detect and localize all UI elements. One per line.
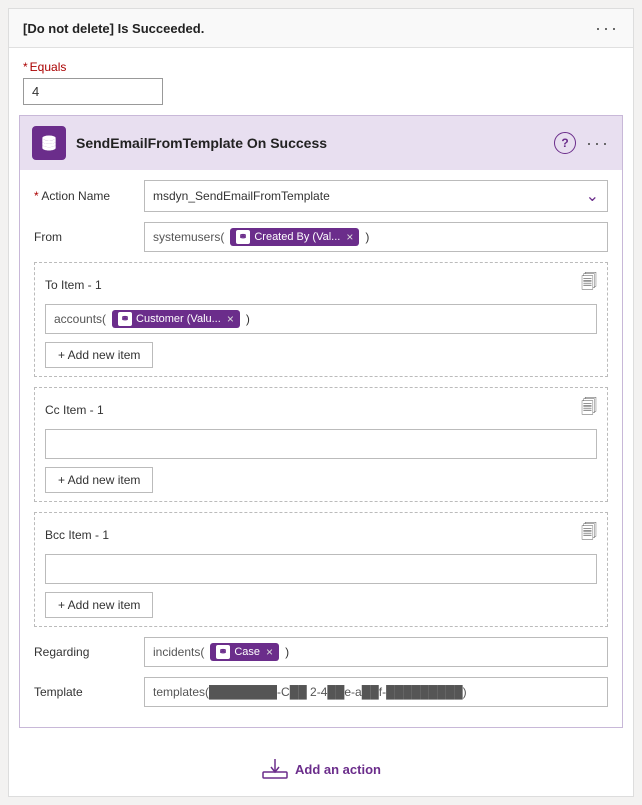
to-token-close[interactable]: × xyxy=(227,312,234,326)
add-action-label: Add an action xyxy=(295,762,381,777)
from-row: From systemusers( Created By (Val... × xyxy=(34,222,608,252)
from-label: From xyxy=(34,230,134,244)
to-section-header: To Item - 1 🗐 xyxy=(45,271,597,298)
outer-menu-dots[interactable]: ··· xyxy=(595,19,619,37)
action-name-value[interactable]: msdyn_SendEmailFromTemplate ⌄ xyxy=(144,180,608,212)
bcc-label: Bcc Item - 1 xyxy=(45,528,109,542)
cc-copy-button[interactable]: 🗐 xyxy=(581,396,597,423)
add-action-icon xyxy=(261,758,289,780)
to-label: To Item - 1 xyxy=(45,278,102,292)
action-title: SendEmailFromTemplate On Success xyxy=(76,135,327,151)
action-card: SendEmailFromTemplate On Success ? ··· A… xyxy=(19,115,623,728)
cc-label: Cc Item - 1 xyxy=(45,403,104,417)
regarding-row: Regarding incidents( Case × xyxy=(34,637,608,667)
from-token: Created By (Val... × xyxy=(230,228,359,246)
outer-header-title: [Do not delete] Is Succeeded. xyxy=(23,21,204,36)
bottom-add-action-section: Add an action xyxy=(9,738,633,796)
outer-card: [Do not delete] Is Succeeded. ··· *Equal… xyxy=(8,8,634,797)
bcc-add-new-button[interactable]: + Add new item xyxy=(45,592,153,618)
bcc-section: Bcc Item - 1 🗐 + Add new item xyxy=(34,512,608,627)
add-action-svg-icon xyxy=(261,758,289,780)
regarding-token-icon xyxy=(216,645,230,659)
action-icon xyxy=(32,126,66,160)
regarding-value[interactable]: incidents( Case × ) xyxy=(144,637,608,667)
to-input[interactable]: accounts( Customer (Valu... × ) xyxy=(45,304,597,334)
from-value[interactable]: systemusers( Created By (Val... × ) xyxy=(144,222,608,252)
regarding-label: Regarding xyxy=(34,645,134,659)
to-add-new-button[interactable]: + Add new item xyxy=(45,342,153,368)
to-prefix: accounts( xyxy=(54,312,106,326)
action-header-left: SendEmailFromTemplate On Success xyxy=(32,126,327,160)
equals-label: *Equals xyxy=(23,60,619,74)
template-label: Template xyxy=(34,685,134,699)
to-token: Customer (Valu... × xyxy=(112,310,240,328)
to-section: To Item - 1 🗐 accounts( Custome xyxy=(34,262,608,377)
action-name-label: Action Name xyxy=(34,189,134,203)
from-token-close[interactable]: × xyxy=(346,230,353,244)
outer-header: [Do not delete] Is Succeeded. ··· xyxy=(9,9,633,48)
bcc-copy-button[interactable]: 🗐 xyxy=(581,521,597,548)
add-action-button[interactable]: Add an action xyxy=(261,758,381,780)
template-text: templates(████████-C██ 2-4██e-a██f-█████… xyxy=(153,685,467,699)
bcc-input[interactable] xyxy=(45,554,597,584)
from-prefix: systemusers( xyxy=(153,230,224,244)
to-token-icon xyxy=(118,312,132,326)
regarding-token-close[interactable]: × xyxy=(266,645,273,659)
action-header: SendEmailFromTemplate On Success ? ··· xyxy=(20,116,622,170)
action-name-dropdown-arrow[interactable]: ⌄ xyxy=(586,186,599,206)
action-name-row: Action Name msdyn_SendEmailFromTemplate … xyxy=(34,180,608,212)
equals-input[interactable] xyxy=(23,78,163,105)
database-icon xyxy=(39,133,59,153)
regarding-prefix: incidents( xyxy=(153,645,204,659)
cc-input[interactable] xyxy=(45,429,597,459)
action-menu-dots[interactable]: ··· xyxy=(586,134,610,152)
regarding-token: Case × xyxy=(210,643,279,661)
cc-section-header: Cc Item - 1 🗐 xyxy=(45,396,597,423)
template-value[interactable]: templates(████████-C██ 2-4██e-a██f-█████… xyxy=(144,677,608,707)
bcc-section-header: Bcc Item - 1 🗐 xyxy=(45,521,597,548)
cc-section: Cc Item - 1 🗐 + Add new item xyxy=(34,387,608,502)
equals-section: *Equals xyxy=(9,48,633,115)
action-header-right: ? ··· xyxy=(554,132,610,154)
action-body: Action Name msdyn_SendEmailFromTemplate … xyxy=(20,170,622,727)
from-token-icon xyxy=(236,230,250,244)
cc-add-new-button[interactable]: + Add new item xyxy=(45,467,153,493)
to-copy-button[interactable]: 🗐 xyxy=(581,271,597,298)
template-row: Template templates(████████-C██ 2-4██e-a… xyxy=(34,677,608,707)
help-button[interactable]: ? xyxy=(554,132,576,154)
